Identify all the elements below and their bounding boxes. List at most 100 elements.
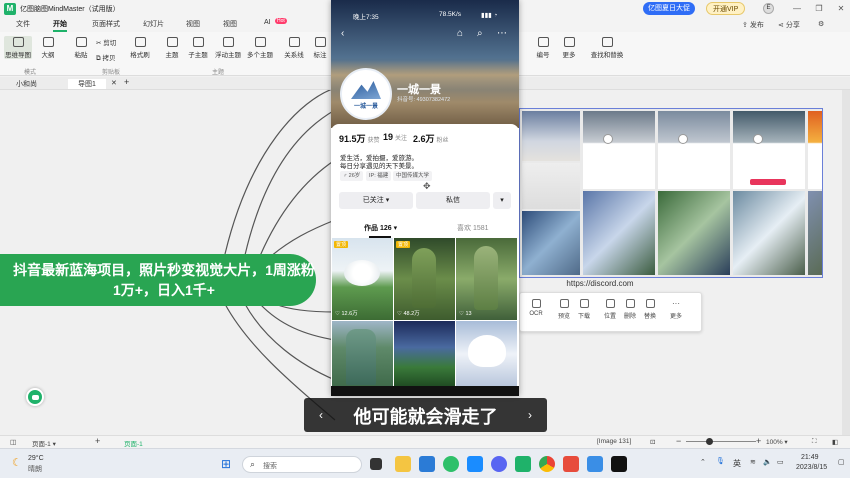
photos-icon[interactable] xyxy=(587,456,603,472)
label-button[interactable]: 标注 xyxy=(311,37,329,59)
zoom-out-icon[interactable]: − xyxy=(676,436,681,446)
menu-view[interactable]: 视图 xyxy=(223,19,237,29)
fullscreen-icon[interactable]: ⛶ xyxy=(812,438,817,446)
tab-works[interactable]: 作品 126 ▾ xyxy=(364,223,397,233)
replace-button[interactable]: 替换 xyxy=(640,299,660,320)
video-thumb[interactable] xyxy=(394,321,455,387)
weather-desc[interactable]: 晴朗 xyxy=(28,464,42,474)
discord-icon[interactable] xyxy=(491,456,507,472)
profile-avatar[interactable]: 一城一景 xyxy=(340,68,392,120)
tab-liked[interactable]: 喜欢 1581 xyxy=(457,223,489,233)
capcut-icon[interactable] xyxy=(611,456,627,472)
cut-button[interactable]: ✂ 剪切 xyxy=(96,37,126,47)
page-tab-active[interactable]: 页面-1 xyxy=(124,438,143,448)
publish-button[interactable]: ⇪ 发布 xyxy=(742,20,764,30)
wechat-icon[interactable] xyxy=(443,456,459,472)
following-stat[interactable]: 19 关注 xyxy=(383,132,407,142)
image-url-label[interactable]: https://discord.com xyxy=(519,279,681,288)
paste-button[interactable]: 粘贴 xyxy=(72,37,90,59)
zoom-slider-knob[interactable] xyxy=(706,438,713,445)
menu-file[interactable]: 文件 xyxy=(16,19,30,29)
tab-close-icon[interactable]: ✕ xyxy=(111,79,117,87)
menu-view-mode[interactable]: 视图 xyxy=(186,19,200,29)
clock-time[interactable]: 21:49 xyxy=(801,454,819,461)
collage-image[interactable] xyxy=(519,108,823,278)
tray-overflow-icon[interactable]: ⌃ xyxy=(700,458,706,466)
ctx-more-button[interactable]: ··· 更多 xyxy=(666,299,686,320)
main-topic[interactable]: 抖音最新蓝海项目，照片秒变视觉大片，1周涨粉1万+，日入1千+ xyxy=(0,254,316,306)
battery-icon[interactable]: ▭ xyxy=(777,458,784,466)
start-icon[interactable]: ⊞ xyxy=(221,457,231,471)
delete-button[interactable]: 删除 xyxy=(620,299,640,320)
subtopic-button[interactable]: 子主题 xyxy=(187,37,209,59)
taskbar-search[interactable]: ⌕ 搜索 xyxy=(242,456,362,473)
profile-share-icon[interactable]: ⌂ xyxy=(457,28,463,39)
promo-badge[interactable]: 亿图夏日大促 xyxy=(643,2,695,15)
menu-slides[interactable]: 幻灯片 xyxy=(143,19,164,29)
ime-indicator[interactable]: 英 xyxy=(733,458,741,469)
phone-screenshot[interactable]: 晚上7:35 78.5K/s ▮▮▮ ◔ ‹ ⌂ ⌕ ⋯ 一城一景 一城一景 抖… xyxy=(331,0,519,396)
vertical-scrollbar[interactable] xyxy=(842,90,850,435)
tab-doc[interactable]: 导图1 xyxy=(68,79,106,89)
float-topic-button[interactable]: 浮动主题 xyxy=(214,37,242,59)
preview-button[interactable]: 预览 xyxy=(554,299,574,320)
close-icon[interactable]: ✕ xyxy=(834,2,848,15)
file-explorer-icon[interactable] xyxy=(395,456,411,472)
copy-button[interactable]: ⧉ 拷贝 xyxy=(96,52,126,63)
taskview-icon[interactable] xyxy=(370,458,382,470)
format-brush-button[interactable]: 格式刷 xyxy=(128,37,152,59)
back-icon[interactable]: ‹ xyxy=(341,28,344,39)
chrome-icon[interactable] xyxy=(539,456,555,472)
likes-stat[interactable]: 91.5万 获赞 xyxy=(339,132,380,145)
wifi-icon[interactable]: ≋ xyxy=(750,458,756,466)
download-button[interactable]: 下载 xyxy=(574,299,594,320)
find-replace-button[interactable]: 查找和替换 xyxy=(588,37,626,59)
add-page-icon[interactable]: + xyxy=(95,436,100,446)
mic-icon[interactable]: 🎙 xyxy=(716,457,725,465)
relation-line-button[interactable]: 关系线 xyxy=(283,37,305,59)
video-thumb[interactable]: ♡ 13 xyxy=(456,238,517,320)
ocr-button[interactable]: OCR xyxy=(526,299,546,317)
dropdown-button[interactable]: ▾ xyxy=(493,192,511,209)
new-tab-icon[interactable]: + xyxy=(124,77,129,87)
position-button[interactable]: 位置 xyxy=(600,299,620,320)
profile-more-icon[interactable]: ⋯ xyxy=(497,28,507,39)
fit-page-icon[interactable]: ⊡ xyxy=(650,438,655,446)
video-thumb[interactable]: 置顶 ♡ 48.2万 xyxy=(394,238,455,320)
maximize-icon[interactable]: ❐ xyxy=(812,2,826,15)
zoom-in-icon[interactable]: + xyxy=(756,436,761,446)
more-button[interactable]: 更多 xyxy=(559,37,579,59)
menu-page-style[interactable]: 页面样式 xyxy=(92,19,120,29)
topic-button[interactable]: 主题 xyxy=(163,37,181,59)
zoom-slider[interactable] xyxy=(686,441,756,442)
subtitle-next-icon[interactable]: › xyxy=(523,408,537,422)
fans-stat[interactable]: 2.6万 粉丝 xyxy=(413,132,449,145)
multi-topic-button[interactable]: 多个主题 xyxy=(246,37,274,59)
menu-start[interactable]: 开始 xyxy=(53,19,67,32)
minimize-icon[interactable]: — xyxy=(790,2,804,15)
vip-button[interactable]: 开通VIP xyxy=(706,2,746,15)
app-icon[interactable] xyxy=(563,456,579,472)
volume-icon[interactable]: 🔈 xyxy=(763,458,772,466)
number-button[interactable]: 编号 xyxy=(533,37,553,59)
video-thumb[interactable] xyxy=(332,321,393,387)
mindmap-mode-button[interactable]: 思维导图 xyxy=(4,36,32,59)
page-list-icon[interactable]: ◫ xyxy=(10,438,16,446)
video-thumb[interactable] xyxy=(456,321,517,387)
page-selector[interactable]: 页面-1 ▾ xyxy=(32,438,56,448)
followed-button[interactable]: 已关注 ▾ xyxy=(339,192,413,209)
app-icon[interactable] xyxy=(467,456,483,472)
panel-toggle-icon[interactable]: ◧ xyxy=(832,438,838,446)
menu-ai[interactable]: AI xyxy=(264,19,271,26)
message-button[interactable]: 私信 xyxy=(416,192,490,209)
video-thumb[interactable]: 置顶 ♡ 12.6万 xyxy=(332,238,393,320)
weather-temp[interactable]: 29°C xyxy=(28,455,44,462)
clock-date[interactable]: 2023/8/15 xyxy=(796,464,827,471)
share-button[interactable]: ⋖ 分享 xyxy=(778,20,800,30)
floating-assistant-button[interactable] xyxy=(26,388,44,406)
settings-icon[interactable]: ⚙ xyxy=(818,20,824,28)
zoom-level[interactable]: 100% ▾ xyxy=(766,438,788,446)
profile-search-icon[interactable]: ⌕ xyxy=(477,28,483,39)
tab-home[interactable]: 小和尚 xyxy=(16,79,37,89)
mail-icon[interactable] xyxy=(419,456,435,472)
